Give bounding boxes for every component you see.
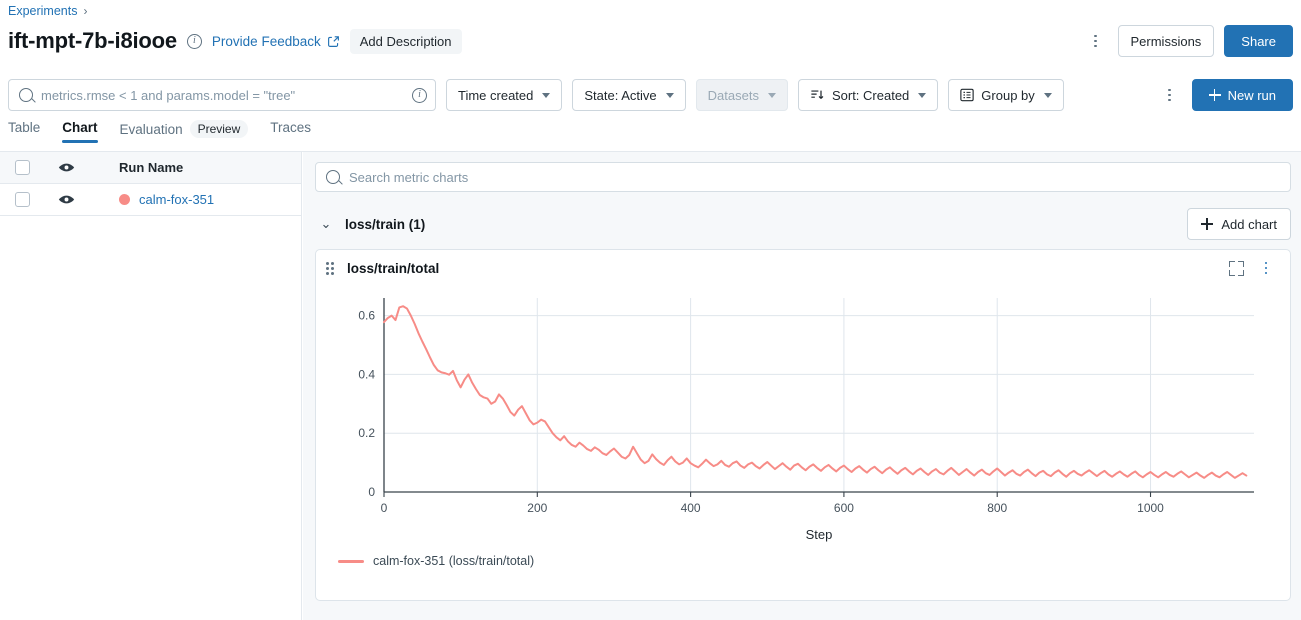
metric-chart-card: loss/train/total 0 0.2 0.4 0.6 0 200 400 600 800…: [315, 249, 1291, 601]
svg-text:Step: Step: [806, 527, 833, 542]
search-icon: [326, 170, 340, 184]
metric-search-input[interactable]: [349, 169, 1280, 185]
chart-card-header: loss/train/total: [316, 250, 1290, 286]
info-icon[interactable]: i: [186, 33, 202, 49]
run-color-swatch: [119, 194, 130, 205]
line-chart-svg[interactable]: 0 0.2 0.4 0.6 0 200 400 600 800 1000 Step: [316, 286, 1276, 548]
drag-handle-icon[interactable]: [326, 261, 337, 275]
group-by-label: Group by: [981, 87, 1035, 103]
add-chart-button[interactable]: Add chart: [1187, 208, 1291, 240]
toolbar-overflow-menu-icon[interactable]: [1158, 82, 1182, 108]
run-search-box[interactable]: i: [8, 79, 436, 111]
tab-evaluation-label: Evaluation: [119, 121, 183, 137]
metric-search-box[interactable]: [315, 162, 1291, 192]
sort-label: Sort: Created: [831, 87, 910, 103]
run-name-link[interactable]: calm-fox-351: [139, 192, 214, 207]
provide-feedback-label: Provide Feedback: [211, 33, 321, 49]
runs-table-header: Run Name: [0, 152, 301, 184]
svg-text:0.6: 0.6: [358, 309, 375, 323]
search-icon: [19, 88, 33, 102]
table-row[interactable]: calm-fox-351: [0, 184, 301, 216]
search-input[interactable]: [33, 87, 412, 103]
filter-toolbar: i Time created State: Active Datasets So…: [8, 78, 1293, 112]
chart-overflow-menu-icon[interactable]: [1254, 255, 1278, 281]
metric-section-header: ⌄ loss/train (1) Add chart: [315, 207, 1291, 241]
time-created-label: Time created: [458, 87, 534, 103]
permissions-button[interactable]: Permissions: [1117, 25, 1215, 57]
svg-text:0.2: 0.2: [358, 426, 375, 440]
view-tabs: Table Chart Evaluation Preview Traces: [8, 120, 311, 150]
tab-chart-label: Chart: [62, 120, 98, 135]
fullscreen-icon[interactable]: [1229, 260, 1244, 276]
provide-feedback-link[interactable]: Provide Feedback: [212, 34, 340, 49]
eye-icon[interactable]: [58, 162, 75, 173]
chevron-down-icon: [767, 92, 776, 98]
row-visibility-cell[interactable]: [44, 194, 88, 205]
legend-color-swatch: [338, 559, 364, 563]
chevron-down-icon: [918, 92, 927, 98]
chevron-down-icon: [665, 92, 674, 98]
add-description-button[interactable]: Add Description: [349, 28, 462, 54]
page-title: ift-mpt-7b-i8iooe: [8, 28, 177, 53]
svg-text:800: 800: [987, 501, 1007, 515]
group-by-control[interactable]: Group by: [948, 79, 1064, 111]
list-icon: [960, 88, 974, 102]
new-run-button[interactable]: New run: [1191, 79, 1293, 111]
preview-badge: Preview: [189, 120, 249, 138]
chart-legend: calm-fox-351 (loss/train/total): [316, 554, 1290, 568]
search-info-icon[interactable]: i: [412, 87, 427, 103]
plus-icon: [1201, 218, 1214, 230]
run-name-header-label: Run Name: [119, 160, 184, 175]
breadcrumb: Experiments ›: [8, 4, 87, 18]
chart-card-title: loss/train/total: [347, 260, 440, 276]
time-created-filter[interactable]: Time created: [446, 79, 563, 111]
svg-text:200: 200: [527, 501, 547, 515]
chevron-down-icon: [1043, 92, 1052, 98]
svg-text:1000: 1000: [1137, 501, 1164, 515]
svg-text:0: 0: [368, 485, 375, 499]
breadcrumb-separator: ›: [83, 4, 88, 18]
metric-section-title: loss/train (1): [345, 216, 426, 232]
datasets-filter: Datasets: [695, 79, 788, 111]
tab-evaluation[interactable]: Evaluation Preview: [120, 120, 249, 146]
svg-text:600: 600: [834, 501, 854, 515]
new-run-label: New run: [1227, 87, 1276, 103]
chart-plot-area[interactable]: 0 0.2 0.4 0.6 0 200 400 600 800 1000 Step: [316, 286, 1290, 548]
tab-table-label: Table: [8, 120, 41, 135]
select-all-cell[interactable]: [0, 160, 44, 175]
row-run-name-cell: calm-fox-351: [88, 192, 301, 207]
run-name-header-cell: Run Name: [88, 160, 301, 175]
tab-chart[interactable]: Chart: [62, 120, 98, 143]
datasets-label: Datasets: [707, 87, 759, 103]
external-link-icon: [327, 35, 339, 47]
checkbox-icon[interactable]: [14, 160, 30, 175]
plus-icon: [1208, 89, 1221, 101]
tab-traces[interactable]: Traces: [270, 120, 311, 143]
add-chart-label: Add chart: [1221, 216, 1277, 232]
state-filter[interactable]: State: Active: [572, 79, 686, 111]
svg-text:400: 400: [681, 501, 701, 515]
sort-control[interactable]: Sort: Created: [797, 79, 939, 111]
charts-panel: ⌄ loss/train (1) Add chart loss/train/to…: [303, 152, 1301, 620]
chevron-down-icon[interactable]: ⌄: [315, 216, 337, 232]
checkbox-icon[interactable]: [14, 192, 30, 207]
header-overflow-menu-icon[interactable]: [1084, 28, 1108, 54]
breadcrumb-experiments-link[interactable]: Experiments: [8, 4, 77, 18]
eye-icon[interactable]: [58, 194, 75, 205]
runs-panel: Run Name calm-fox-351: [0, 152, 302, 620]
svg-text:0: 0: [381, 501, 388, 515]
page-header: ift-mpt-7b-i8iooe i Provide Feedback Add…: [8, 24, 1293, 58]
row-select-cell[interactable]: [0, 192, 44, 207]
svg-text:0.4: 0.4: [358, 367, 375, 381]
tab-traces-label: Traces: [270, 120, 312, 135]
tab-table[interactable]: Table: [8, 120, 40, 143]
visibility-header-cell[interactable]: [44, 162, 88, 173]
sort-descending-icon: [811, 90, 824, 99]
state-label: State: Active: [584, 87, 657, 103]
chevron-down-icon: [542, 92, 551, 98]
legend-label: calm-fox-351 (loss/train/total): [373, 554, 535, 568]
share-button[interactable]: Share: [1224, 25, 1293, 57]
